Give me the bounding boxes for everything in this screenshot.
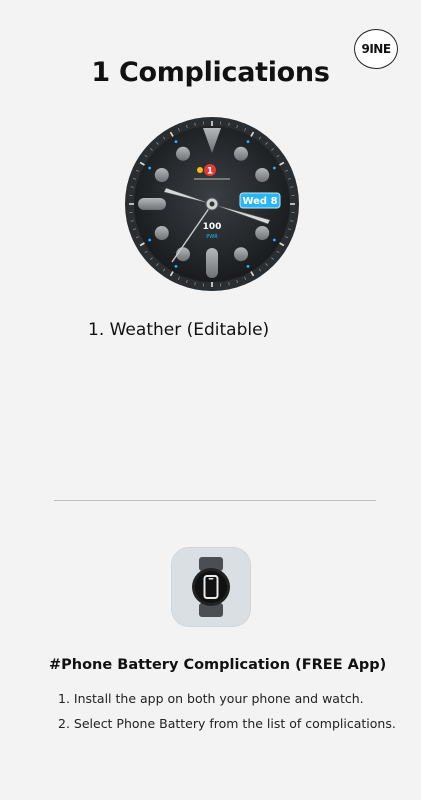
- lume-dot: [246, 264, 250, 268]
- phone-battery-app-icon[interactable]: [171, 547, 251, 627]
- watch-phone-icon: [192, 557, 230, 617]
- instruction-step-1: 1. Install the app on both your phone an…: [58, 691, 364, 706]
- lume-dot: [272, 166, 276, 170]
- lume-dot: [174, 264, 178, 268]
- hand-pivot-center: [209, 201, 215, 207]
- section-title: #Phone Battery Complication (FREE App): [49, 657, 387, 673]
- lume-dot: [246, 140, 250, 144]
- complication-item-weather: 1. Weather (Editable): [88, 320, 270, 340]
- battery-unit: PWR: [206, 234, 218, 240]
- nine-marker: [138, 198, 166, 210]
- lume-dot: [148, 166, 152, 170]
- section-divider: [54, 500, 376, 501]
- lume-dot: [272, 238, 276, 242]
- brand-logo-text: 9INE: [361, 42, 391, 56]
- battery-value: 100: [203, 222, 222, 232]
- status-line: [194, 178, 230, 180]
- instruction-step-2: 2. Select Phone Battery from the list of…: [58, 716, 396, 731]
- lume-dot: [148, 238, 152, 242]
- six-marker: [206, 248, 218, 278]
- weather-icon: [197, 167, 203, 173]
- notification-count: 1: [207, 167, 213, 177]
- hour-marker: [234, 146, 248, 161]
- watch-face-preview: 1 Wed 8 100 PWR: [125, 117, 299, 291]
- date-label: Wed 8: [242, 196, 277, 207]
- hour-marker: [154, 168, 169, 182]
- hour-marker: [255, 226, 270, 240]
- hour-marker: [154, 226, 169, 240]
- lume-dot: [174, 140, 178, 144]
- hour-marker: [255, 168, 270, 182]
- hour-marker: [234, 247, 248, 262]
- page-title: 1 Complications: [91, 57, 330, 88]
- hour-marker: [176, 146, 190, 161]
